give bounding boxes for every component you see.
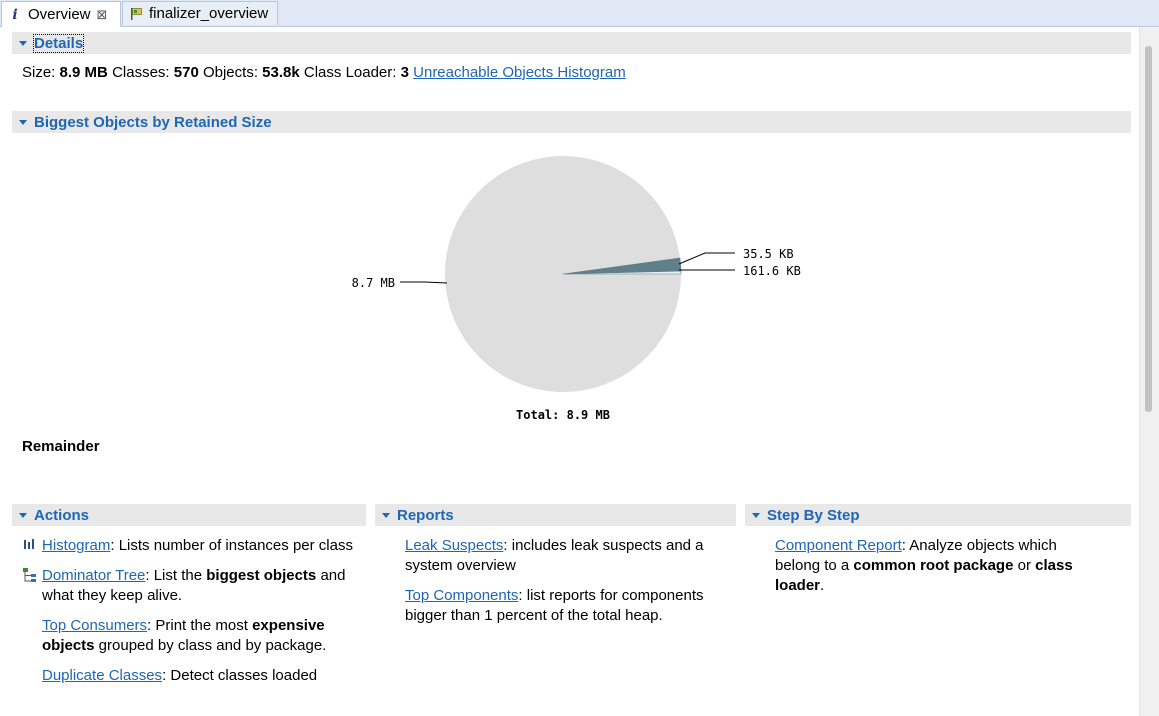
list-item: Histogram: Lists number of instances per… [22,536,362,556]
list-item: Leak Suspects: includes leak suspects an… [385,536,725,576]
component-report-desc-post: . [820,577,825,594]
close-icon[interactable]: ⊠ [97,7,108,23]
dominator-tree-link[interactable]: Dominator Tree [42,567,145,584]
list-item: Top Components: list reports for compone… [385,586,725,626]
tab-overview[interactable]: i Overview ⊠ [1,1,121,27]
size-value: 8.9 MB [59,64,108,81]
histogram-desc: : Lists number of instances per class [110,537,353,554]
component-report-bold-1: common root package [853,557,1014,574]
class-loader-label: Class Loader: [303,64,397,81]
classes-label: Classes: [112,64,170,81]
editor-tab-bar: i Overview ⊠ finalizer_overview [0,0,1159,27]
objects-label: Objects: [202,64,258,81]
dominator-tree-bold: biggest objects [206,567,317,584]
top-components-link[interactable]: Top Components [405,587,518,604]
component-report-mid: or [1013,557,1036,574]
pie-total-label: Total: 8.9 MB [516,408,610,422]
size-label: Size: [22,64,56,81]
actions-section-header[interactable]: Actions [12,504,366,526]
remainder-label: Remainder [22,438,100,455]
list-item: Top Consumers: Print the most expensive … [22,616,362,656]
pie-slice-label: 161.6 KB [743,264,801,278]
list-item: Dominator Tree: List the biggest objects… [22,566,362,606]
info-icon: i [12,6,18,23]
classes-value: 570 [173,64,199,81]
dominator-tree-icon [22,567,38,583]
dominator-tree-desc: : List the [145,567,207,584]
details-summary: Size: 8.9 MB Classes: 570 Objects: 53.8k… [22,64,626,81]
objects-value: 53.8k [262,64,300,81]
histogram-icon [22,537,38,553]
pie-leader-line [400,281,448,284]
duplicate-classes-link[interactable]: Duplicate Classes [42,667,162,684]
biggest-objects-section-header[interactable]: Biggest Objects by Retained Size [12,111,1131,133]
pie-slice-label: 35.5 KB [743,247,794,261]
top-consumers-desc: : Print the most [147,617,253,634]
class-loader-value: 3 [400,64,409,81]
actions-header-label: Actions [34,506,90,524]
actions-list: Histogram: Lists number of instances per… [22,536,362,696]
reports-header-label: Reports [397,506,454,524]
duplicate-classes-desc: : Detect classes loaded [162,667,318,684]
reports-list: Leak Suspects: includes leak suspects an… [385,536,725,636]
reports-section-header[interactable]: Reports [375,504,736,526]
step-by-step-header-label: Step By Step [767,506,860,524]
chevron-down-icon[interactable] [382,512,390,518]
step-by-step-list: Component Report: Analyze objects which … [755,536,1105,606]
pie-slice-label: 8.7 MB [352,276,395,290]
component-report-link[interactable]: Component Report [775,537,902,554]
list-item: Component Report: Analyze objects which … [755,536,1105,596]
details-header-label[interactable]: Details [32,33,85,53]
details-section-header[interactable]: Details [12,32,1131,54]
tab-finalizer-overview[interactable]: finalizer_overview [122,1,278,25]
leak-suspects-link[interactable]: Leak Suspects [405,537,503,554]
tab-overview-label: Overview [28,6,91,23]
scrollbar-thumb[interactable] [1145,46,1152,412]
top-consumers-desc-post: grouped by class and by package. [94,637,327,654]
list-item: Duplicate Classes: Detect classes loaded [22,666,362,686]
histogram-link[interactable]: Histogram [42,537,110,554]
biggest-objects-header-label: Biggest Objects by Retained Size [34,113,272,131]
query-icon [129,7,143,21]
top-consumers-link[interactable]: Top Consumers [42,617,147,634]
step-by-step-section-header[interactable]: Step By Step [745,504,1131,526]
retained-size-pie-chart[interactable]: 8.7 MB 35.5 KB 161.6 KB Total: 8.9 MB [340,145,820,430]
chevron-down-icon[interactable] [19,512,27,518]
pie-leader-line [678,252,735,265]
unreachable-objects-histogram-link[interactable]: Unreachable Objects Histogram [413,64,626,81]
chevron-down-icon[interactable] [19,119,27,125]
tab-finalizer-label: finalizer_overview [149,5,269,22]
chevron-down-icon[interactable] [752,512,760,518]
chevron-down-icon[interactable] [19,40,27,46]
